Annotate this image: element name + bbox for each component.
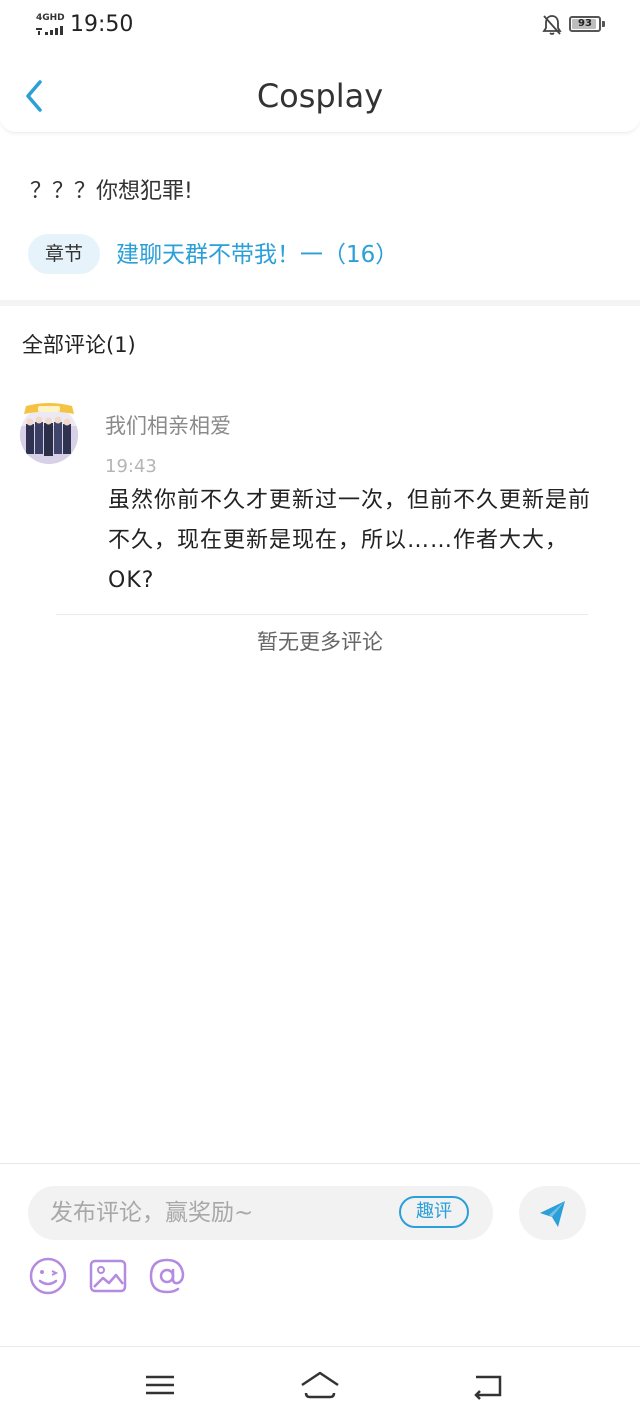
signal-icon: 4GHD	[36, 13, 66, 37]
system-nav-bar	[0, 1346, 640, 1423]
network-label: 4GHD	[36, 13, 65, 23]
avatar-badge-icon	[24, 403, 74, 414]
header-bar: Cosplay	[0, 52, 640, 133]
comment-input[interactable]	[50, 1186, 380, 1240]
fun-comment-button[interactable]: 趣评	[399, 1196, 469, 1228]
comment-input-box[interactable]: 趣评	[28, 1186, 493, 1240]
page-title: Cosplay	[256, 77, 384, 115]
battery-level: 93	[578, 18, 592, 29]
comment-username[interactable]: 我们相亲相爱	[105, 410, 231, 442]
comments-header: 全部评论(1)	[22, 333, 136, 357]
bell-muted-icon	[542, 15, 562, 35]
battery-cap	[602, 21, 605, 27]
send-button[interactable]	[519, 1186, 586, 1240]
back-icon[interactable]	[466, 1367, 510, 1403]
mention-icon[interactable]	[147, 1256, 187, 1296]
image-icon[interactable]	[88, 1256, 128, 1296]
chapter-tag: 章节	[28, 234, 100, 274]
no-more-comments-label: 暂无更多评论	[257, 630, 383, 654]
menu-icon[interactable]	[138, 1367, 182, 1403]
comment-time: 19:43	[105, 456, 157, 477]
emoji-icon[interactable]	[28, 1256, 68, 1296]
battery-icon: 93	[569, 16, 605, 32]
chapter-link[interactable]: 建聊天群不带我！一（16）	[116, 236, 398, 274]
home-icon[interactable]	[298, 1367, 342, 1403]
comment-divider	[56, 614, 588, 615]
section-divider	[0, 300, 640, 306]
post-text: ？？？你想犯罪!	[30, 179, 193, 204]
comment-composer: 趣评	[0, 1163, 640, 1346]
status-bar: 4GHD 19:50 93	[0, 0, 640, 50]
status-time: 19:50	[70, 12, 134, 37]
send-icon	[540, 1201, 565, 1227]
comment-text: 虽然你前不久才更新过一次，但前不久更新是前不久，现在更新是现在，所以……作者大大…	[108, 488, 592, 593]
